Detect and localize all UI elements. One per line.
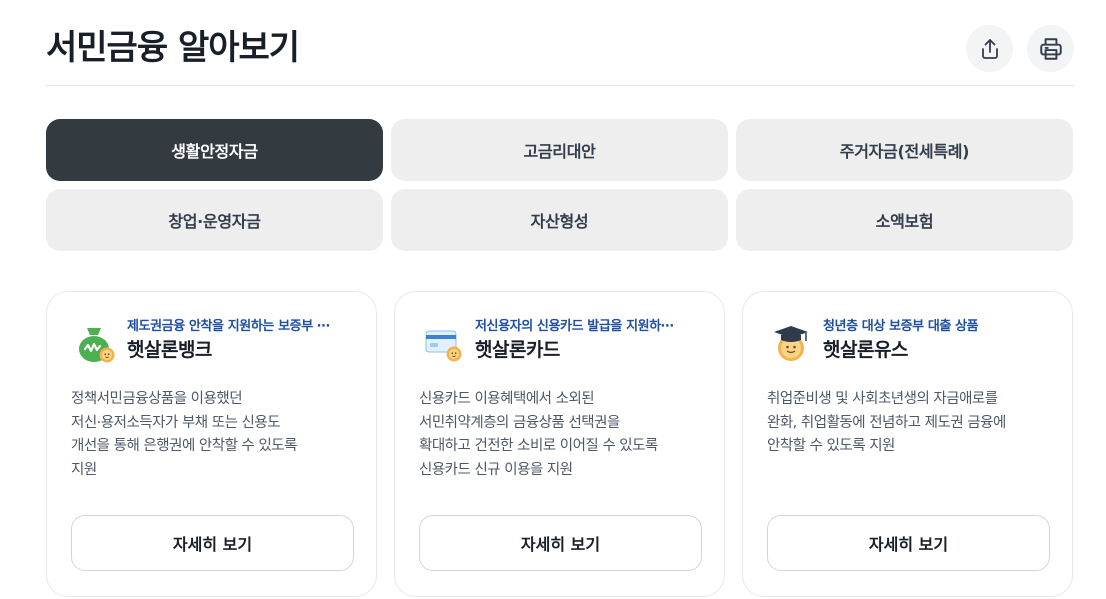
product-card-sunshine-bank: 제도권금융 안착을 지원하는 보증부 ⋯ 햇살론뱅크 정책서민금융상품을 이용했… (46, 291, 377, 597)
description-line: 안착할 수 있도록 지원 (767, 438, 895, 454)
card-description: 정책서민금융상품을 이용했던 저신·용저소득자가 부채 또는 신용도 개선을 통… (71, 388, 361, 482)
description-line: 저신·용저소득자가 부채 또는 신용도 (71, 414, 281, 431)
print-button[interactable] (1027, 25, 1074, 72)
share-button[interactable] (966, 25, 1013, 72)
description-line: 신용카드 신규 이용을 지원 (419, 461, 573, 478)
tab-asset-building[interactable]: 자산형성 (391, 189, 728, 251)
tab-housing-fund[interactable]: 주거자금(전세특례) (736, 119, 1073, 181)
description-line: 지원 (71, 461, 97, 478)
card-subtitle: 저신용자의 신용카드 발급을 지원하⋯ (475, 319, 674, 334)
product-card-sunshine-card: 저신용자의 신용카드 발급을 지원하⋯ 햇살론카드 신용카드 이용혜택에서 소외… (394, 291, 725, 597)
tab-micro-insurance[interactable]: 소액보험 (736, 189, 1073, 251)
tab-high-interest-alternative[interactable]: 고금리대안 (391, 119, 728, 181)
description-line: 개선을 통해 은행권에 안착할 수 있도록 (71, 438, 297, 454)
description-line: 완화, 취업활동에 전념하고 제도권 금융에 (767, 414, 1006, 431)
category-tabs: 생활안정자금 고금리대안 주거자금(전세특례) 창업·운영자금 자산형성 소액보… (46, 119, 1074, 251)
product-cards: 제도권금융 안착을 지원하는 보증부 ⋯ 햇살론뱅크 정책서민금융상품을 이용했… (46, 291, 1074, 597)
description-line: 신용카드 이용혜택에서 소외된 (419, 391, 595, 407)
description-line: 서민취약계층의 금융상품 선택권을 (419, 414, 620, 431)
card-subtitle: 청년층 대상 보증부 대출 상품 (823, 319, 979, 334)
card-description: 신용카드 이용혜택에서 소외된 서민취약계층의 금융상품 선택권을 확대하고 건… (419, 388, 709, 482)
card-title: 햇살론카드 (475, 339, 560, 361)
credit-card-sun-icon (425, 330, 462, 362)
page-header: 서민금융 알아보기 (46, 22, 1074, 86)
description-line: 확대하고 건전한 소비로 이어질 수 있도록 (419, 438, 658, 454)
money-bag-sun-icon (79, 328, 115, 363)
card-title: 햇살론뱅크 (127, 339, 212, 361)
printer-icon (1039, 37, 1062, 60)
graduation-cap-sun-icon (774, 326, 808, 361)
tab-living-stability[interactable]: 생활안정자금 (46, 119, 383, 181)
description-line: 정책서민금융상품을 이용했던 (71, 391, 243, 407)
view-details-button[interactable]: 자세히 보기 (419, 515, 702, 571)
card-description: 취업준비생 및 사회초년생의 자금애로를 완화, 취업활동에 전념하고 제도권 … (767, 388, 1057, 459)
description-line: 취업준비생 및 사회초년생의 자금애로를 (767, 391, 998, 407)
view-details-button[interactable]: 자세히 보기 (767, 515, 1050, 571)
card-subtitle: 제도권금융 안착을 지원하는 보증부 ⋯ (127, 319, 330, 334)
tab-startup-operation[interactable]: 창업·운영자금 (46, 189, 383, 251)
view-details-button[interactable]: 자세히 보기 (71, 515, 354, 571)
card-title: 햇살론유스 (823, 339, 908, 361)
page-title: 서민금융 알아보기 (46, 28, 300, 68)
product-card-sunshine-youth: 청년층 대상 보증부 대출 상품 햇살론유스 취업준비생 및 사회초년생의 자금… (742, 291, 1073, 597)
share-icon (981, 38, 998, 59)
